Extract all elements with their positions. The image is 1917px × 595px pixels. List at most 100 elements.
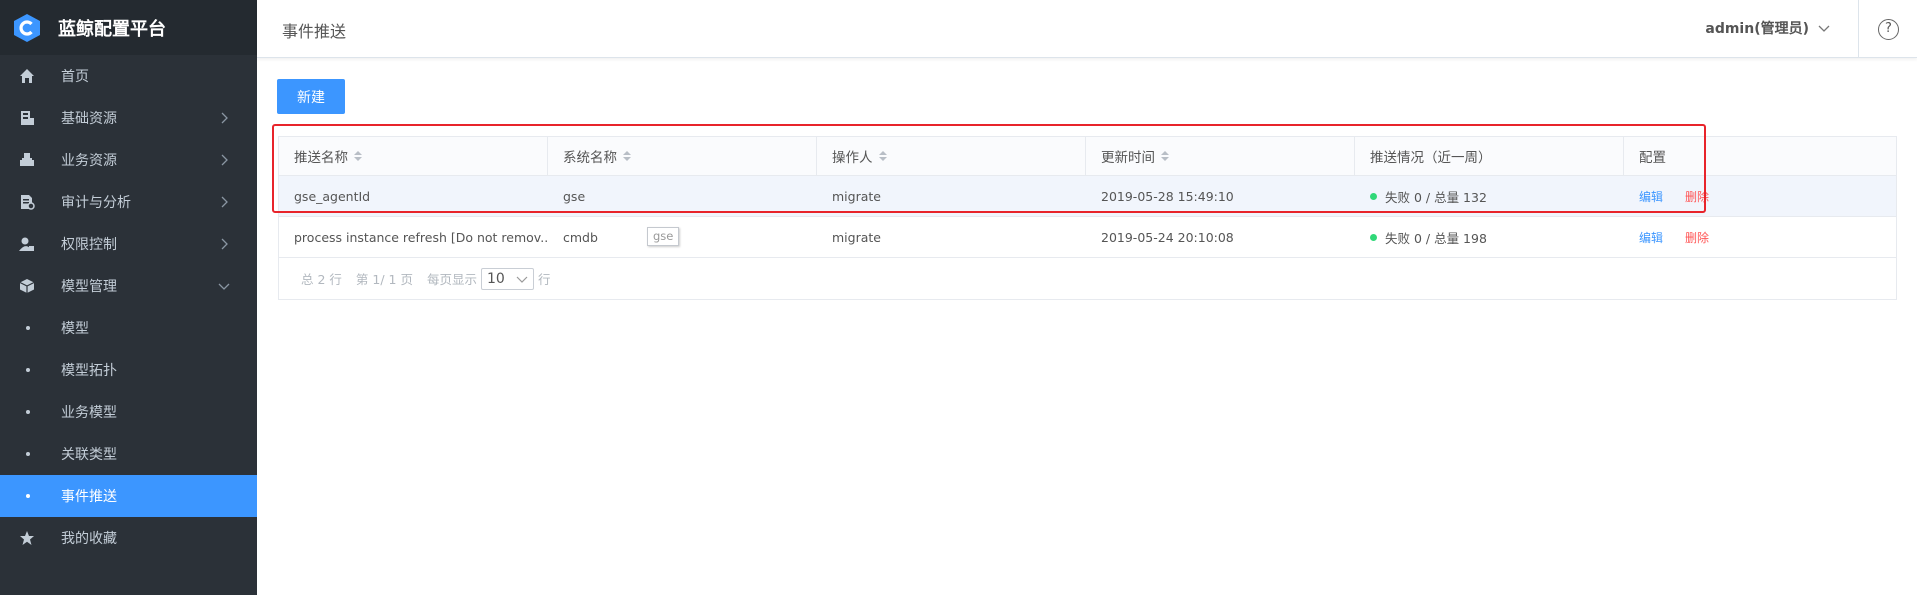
bullet-dot	[26, 326, 30, 330]
bullet-dot	[26, 494, 30, 498]
sidebar-item-label: 我的收藏	[61, 531, 117, 547]
cell-operator: migrate	[832, 229, 881, 245]
user-lock-icon	[18, 235, 36, 253]
app-title: 蓝鲸配置平台	[58, 18, 166, 40]
chevron-down-icon	[218, 283, 230, 290]
sidebar-subitem-label: 关联类型	[61, 447, 117, 463]
chevron-right-icon	[221, 154, 228, 166]
sidebar-subitem-model[interactable]: 模型	[0, 307, 257, 349]
sidebar-subitem-label: 模型	[61, 321, 89, 337]
brand[interactable]: 蓝鲸配置平台	[0, 0, 257, 55]
briefcase-icon	[18, 151, 36, 169]
sidebar-subitem-association-types[interactable]: 关联类型	[0, 433, 257, 475]
sidebar-subitem-model-topology[interactable]: 模型拓扑	[0, 349, 257, 391]
chevron-down-icon	[516, 276, 528, 283]
sort-icon[interactable]	[878, 151, 887, 161]
page-indicator: 第 1/ 1 页	[355, 272, 413, 287]
column-label: 配置	[1639, 150, 1666, 166]
sidebar-item-audit[interactable]: 审计与分析	[0, 181, 257, 223]
sidebar-item-label: 基础资源	[61, 111, 117, 127]
sidebar-item-label: 首页	[61, 69, 89, 85]
cube-icon	[18, 277, 36, 295]
sidebar-subitem-event-push[interactable]: 事件推送	[0, 475, 257, 517]
cell-system-name: cmdb	[563, 229, 598, 245]
sort-icon[interactable]	[1161, 151, 1169, 161]
cell-push-name: process instance refresh [Do not remov..…	[294, 229, 548, 245]
chevron-right-icon	[221, 238, 228, 250]
sidebar-subitem-business-model[interactable]: 业务模型	[0, 391, 257, 433]
sidebar-item-business-resources[interactable]: 业务资源	[0, 139, 257, 181]
bullet-dot	[26, 410, 30, 414]
table-row[interactable]: gse_agentId gse migrate 2019-05-28 15:49…	[279, 176, 1896, 217]
bullet-dot	[26, 368, 30, 372]
sidebar: 蓝鲸配置平台 首页 基础资源 业务资源 审计与分析 权限控制 模型管理 模型 模…	[0, 0, 257, 595]
column-header-push-status: 推送情况（近一周）	[1355, 137, 1624, 175]
column-label: 更新时间	[1101, 150, 1155, 166]
audit-doc-icon	[18, 193, 36, 211]
edit-link[interactable]: 编辑	[1639, 188, 1663, 205]
table-row[interactable]: process instance refresh [Do not remov..…	[279, 217, 1896, 258]
cell-actions: 编辑 删除	[1624, 217, 1896, 257]
top-header: 事件推送 admin(管理员) ?	[257, 0, 1917, 58]
server-icon	[18, 109, 36, 127]
column-label: 系统名称	[563, 150, 617, 166]
chevron-right-icon	[221, 112, 228, 124]
cell-push-status: 失败 0 / 总量 132	[1355, 176, 1624, 216]
per-page-unit: 行	[537, 272, 551, 287]
column-header-push-name[interactable]: 推送名称	[279, 137, 548, 175]
column-header-system-name[interactable]: 系统名称	[548, 137, 817, 175]
bullet-dot	[26, 452, 30, 456]
sidebar-item-favorites[interactable]: 我的收藏	[0, 517, 257, 559]
header-divider	[1858, 0, 1859, 58]
pagination: 总 2 行 第 1/ 1 页 每页显示 10 行	[279, 258, 1896, 299]
status-text: 失败 0 / 总量 198	[1385, 230, 1487, 246]
app-logo-icon	[14, 13, 40, 42]
sidebar-subitem-label: 业务模型	[61, 405, 117, 421]
cell-operator: migrate	[832, 188, 881, 204]
edit-link[interactable]: 编辑	[1639, 229, 1663, 246]
total-rows: 总 2 行	[301, 272, 342, 287]
cell-push-name: gse_agentId	[294, 188, 371, 204]
user-name: admin(管理员)	[1705, 21, 1809, 37]
sort-icon[interactable]	[623, 151, 631, 161]
sidebar-subitem-label: 模型拓扑	[61, 363, 117, 379]
sidebar-item-label: 业务资源	[61, 153, 117, 169]
page-size-value: 10	[486, 270, 505, 287]
sidebar-subitem-label: 事件推送	[61, 489, 117, 505]
new-button[interactable]: 新建	[277, 79, 345, 114]
sidebar-item-basic-resources[interactable]: 基础资源	[0, 97, 257, 139]
sidebar-item-model-management[interactable]: 模型管理	[0, 265, 257, 307]
event-push-table: 推送名称 系统名称 操作人 更新时间 推送情况（近一周） 配置 gse_agen…	[278, 136, 1897, 300]
column-label: 操作人	[832, 150, 873, 166]
help-icon[interactable]: ?	[1878, 19, 1899, 40]
table-header: 推送名称 系统名称 操作人 更新时间 推送情况（近一周） 配置	[279, 137, 1896, 176]
status-text: 失败 0 / 总量 132	[1385, 189, 1487, 205]
cell-updated-time: 2019-05-24 20:10:08	[1101, 229, 1234, 245]
sidebar-item-permissions[interactable]: 权限控制	[0, 223, 257, 265]
sidebar-item-label: 模型管理	[61, 279, 117, 295]
sidebar-item-home[interactable]: 首页	[0, 55, 257, 97]
page-title: 事件推送	[282, 22, 347, 41]
column-label: 推送名称	[294, 150, 348, 166]
cell-updated-time: 2019-05-28 15:49:10	[1101, 188, 1234, 204]
sidebar-item-label: 审计与分析	[61, 195, 131, 211]
sidebar-item-label: 权限控制	[61, 237, 117, 253]
column-header-operator[interactable]: 操作人	[817, 137, 1086, 175]
column-label: 推送情况（近一周）	[1370, 150, 1492, 166]
per-page-label: 每页显示	[426, 272, 477, 287]
success-status-dot	[1370, 192, 1377, 200]
chevron-right-icon	[221, 196, 228, 208]
column-header-config: 配置	[1624, 137, 1896, 175]
home-icon	[18, 67, 36, 85]
cell-system-name: gse	[563, 188, 586, 204]
column-header-updated-time[interactable]: 更新时间	[1086, 137, 1355, 175]
delete-link[interactable]: 删除	[1685, 188, 1709, 205]
user-menu[interactable]: admin(管理员)	[1705, 18, 1831, 38]
star-icon	[18, 529, 36, 547]
tooltip: gse	[647, 227, 680, 246]
page-size-select[interactable]: 10	[480, 267, 534, 290]
sort-icon[interactable]	[354, 151, 362, 161]
cell-actions: 编辑 删除	[1624, 176, 1896, 216]
delete-link[interactable]: 删除	[1685, 229, 1709, 246]
chevron-down-icon	[1818, 25, 1830, 32]
